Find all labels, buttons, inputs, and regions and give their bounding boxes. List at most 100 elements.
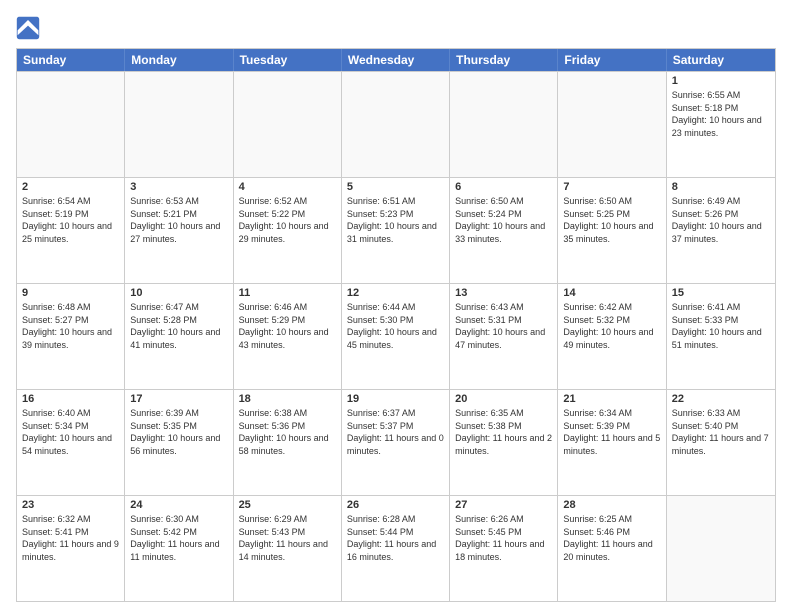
cell-date-number: 17 [130,393,227,405]
cell-info-text: Sunrise: 6:32 AMSunset: 5:41 PMDaylight:… [22,513,119,563]
calendar-empty-cell [667,496,775,601]
calendar-day-7: 7 Sunrise: 6:50 AMSunset: 5:25 PMDaylight… [558,178,666,283]
calendar-day-1: 1 Sunrise: 6:55 AMSunset: 5:18 PMDaylight… [667,72,775,177]
week-row-2: 2 Sunrise: 6:54 AMSunset: 5:19 PMDaylight… [17,177,775,283]
calendar-day-6: 6 Sunrise: 6:50 AMSunset: 5:24 PMDaylight… [450,178,558,283]
cell-date-number: 11 [239,287,336,299]
calendar-day-10: 10 Sunrise: 6:47 AMSunset: 5:28 PMDayligh… [125,284,233,389]
day-header-saturday: Saturday [667,49,775,71]
week-row-4: 16 Sunrise: 6:40 AMSunset: 5:34 PMDayligh… [17,389,775,495]
cell-info-text: Sunrise: 6:55 AMSunset: 5:18 PMDaylight:… [672,89,770,139]
cell-info-text: Sunrise: 6:50 AMSunset: 5:24 PMDaylight:… [455,195,552,245]
cell-date-number: 21 [563,393,660,405]
cell-info-text: Sunrise: 6:41 AMSunset: 5:33 PMDaylight:… [672,301,770,351]
calendar-day-26: 26Sunrise: 6:28 AMSunset: 5:44 PMDayligh… [342,496,450,601]
calendar-day-25: 25Sunrise: 6:29 AMSunset: 5:43 PMDayligh… [234,496,342,601]
cell-date-number: 20 [455,393,552,405]
cell-info-text: Sunrise: 6:30 AMSunset: 5:42 PMDaylight:… [130,513,227,563]
cell-date-number: 26 [347,499,444,511]
day-header-sunday: Sunday [17,49,125,71]
calendar-day-8: 8 Sunrise: 6:49 AMSunset: 5:26 PMDaylight… [667,178,775,283]
cell-info-text: Sunrise: 6:33 AMSunset: 5:40 PMDaylight:… [672,407,770,457]
calendar-day-13: 13 Sunrise: 6:43 AMSunset: 5:31 PMDayligh… [450,284,558,389]
cell-date-number: 14 [563,287,660,299]
cell-date-number: 24 [130,499,227,511]
day-header-thursday: Thursday [450,49,558,71]
calendar-day-17: 17 Sunrise: 6:39 AMSunset: 5:35 PMDayligh… [125,390,233,495]
cell-date-number: 1 [672,75,770,87]
cell-info-text: Sunrise: 6:38 AMSunset: 5:36 PMDaylight:… [239,407,336,457]
cell-info-text: Sunrise: 6:40 AMSunset: 5:34 PMDaylight:… [22,407,119,457]
cell-info-text: Sunrise: 6:53 AMSunset: 5:21 PMDaylight:… [130,195,227,245]
day-header-wednesday: Wednesday [342,49,450,71]
cell-date-number: 22 [672,393,770,405]
cell-info-text: Sunrise: 6:52 AMSunset: 5:22 PMDaylight:… [239,195,336,245]
cell-info-text: Sunrise: 6:42 AMSunset: 5:32 PMDaylight:… [563,301,660,351]
week-row-5: 23 Sunrise: 6:32 AMSunset: 5:41 PMDayligh… [17,495,775,601]
calendar-day-19: 19 Sunrise: 6:37 AMSunset: 5:37 PMDayligh… [342,390,450,495]
day-header-tuesday: Tuesday [234,49,342,71]
cell-info-text: Sunrise: 6:39 AMSunset: 5:35 PMDaylight:… [130,407,227,457]
cell-date-number: 9 [22,287,119,299]
cell-info-text: Sunrise: 6:46 AMSunset: 5:29 PMDaylight:… [239,301,336,351]
cell-info-text: Sunrise: 6:43 AMSunset: 5:31 PMDaylight:… [455,301,552,351]
cell-date-number: 10 [130,287,227,299]
calendar-day-20: 20Sunrise: 6:35 AMSunset: 5:38 PMDayligh… [450,390,558,495]
calendar-day-4: 4 Sunrise: 6:52 AMSunset: 5:22 PMDaylight… [234,178,342,283]
cell-info-text: Sunrise: 6:44 AMSunset: 5:30 PMDaylight:… [347,301,444,351]
cell-date-number: 3 [130,181,227,193]
calendar-empty-cell [342,72,450,177]
cell-date-number: 12 [347,287,444,299]
calendar-day-3: 3 Sunrise: 6:53 AMSunset: 5:21 PMDaylight… [125,178,233,283]
logo-icon [16,16,40,40]
calendar-empty-cell [234,72,342,177]
day-header-friday: Friday [558,49,666,71]
calendar-day-18: 18 Sunrise: 6:38 AMSunset: 5:36 PMDayligh… [234,390,342,495]
cell-date-number: 5 [347,181,444,193]
cell-info-text: Sunrise: 6:47 AMSunset: 5:28 PMDaylight:… [130,301,227,351]
cell-date-number: 6 [455,181,552,193]
cell-info-text: Sunrise: 6:26 AMSunset: 5:45 PMDaylight:… [455,513,552,563]
calendar-day-21: 21 Sunrise: 6:34 AMSunset: 5:39 PMDayligh… [558,390,666,495]
cell-date-number: 13 [455,287,552,299]
calendar-day-15: 15 Sunrise: 6:41 AMSunset: 5:33 PMDayligh… [667,284,775,389]
cell-date-number: 19 [347,393,444,405]
cell-info-text: Sunrise: 6:49 AMSunset: 5:26 PMDaylight:… [672,195,770,245]
cell-date-number: 27 [455,499,552,511]
cell-date-number: 16 [22,393,119,405]
cell-info-text: Sunrise: 6:37 AMSunset: 5:37 PMDaylight:… [347,407,444,457]
cell-date-number: 2 [22,181,119,193]
cell-date-number: 8 [672,181,770,193]
cell-date-number: 28 [563,499,660,511]
calendar-day-12: 12 Sunrise: 6:44 AMSunset: 5:30 PMDayligh… [342,284,450,389]
calendar-empty-cell [17,72,125,177]
calendar-day-9: 9 Sunrise: 6:48 AMSunset: 5:27 PMDaylight… [17,284,125,389]
day-header-monday: Monday [125,49,233,71]
cell-date-number: 18 [239,393,336,405]
cell-info-text: Sunrise: 6:25 AMSunset: 5:46 PMDaylight:… [563,513,660,563]
calendar-day-5: 5 Sunrise: 6:51 AMSunset: 5:23 PMDaylight… [342,178,450,283]
calendar: SundayMondayTuesdayWednesdayThursdayFrid… [16,48,776,602]
cell-info-text: Sunrise: 6:50 AMSunset: 5:25 PMDaylight:… [563,195,660,245]
cell-info-text: Sunrise: 6:51 AMSunset: 5:23 PMDaylight:… [347,195,444,245]
calendar-empty-cell [125,72,233,177]
cell-info-text: Sunrise: 6:54 AMSunset: 5:19 PMDaylight:… [22,195,119,245]
cell-date-number: 15 [672,287,770,299]
cell-date-number: 23 [22,499,119,511]
calendar-body: 1 Sunrise: 6:55 AMSunset: 5:18 PMDaylight… [17,71,775,601]
cell-date-number: 25 [239,499,336,511]
calendar-day-24: 24 Sunrise: 6:30 AMSunset: 5:42 PMDayligh… [125,496,233,601]
calendar-day-14: 14 Sunrise: 6:42 AMSunset: 5:32 PMDayligh… [558,284,666,389]
cell-info-text: Sunrise: 6:48 AMSunset: 5:27 PMDaylight:… [22,301,119,351]
calendar-day-16: 16 Sunrise: 6:40 AMSunset: 5:34 PMDayligh… [17,390,125,495]
calendar-empty-cell [450,72,558,177]
calendar-day-2: 2 Sunrise: 6:54 AMSunset: 5:19 PMDaylight… [17,178,125,283]
cell-date-number: 7 [563,181,660,193]
cell-date-number: 4 [239,181,336,193]
calendar-day-22: 22 Sunrise: 6:33 AMSunset: 5:40 PMDayligh… [667,390,775,495]
cell-info-text: Sunrise: 6:34 AMSunset: 5:39 PMDaylight:… [563,407,660,457]
calendar-empty-cell [558,72,666,177]
logo [16,16,44,40]
calendar-day-27: 27 Sunrise: 6:26 AMSunset: 5:45 PMDayligh… [450,496,558,601]
calendar-day-28: 28 Sunrise: 6:25 AMSunset: 5:46 PMDayligh… [558,496,666,601]
